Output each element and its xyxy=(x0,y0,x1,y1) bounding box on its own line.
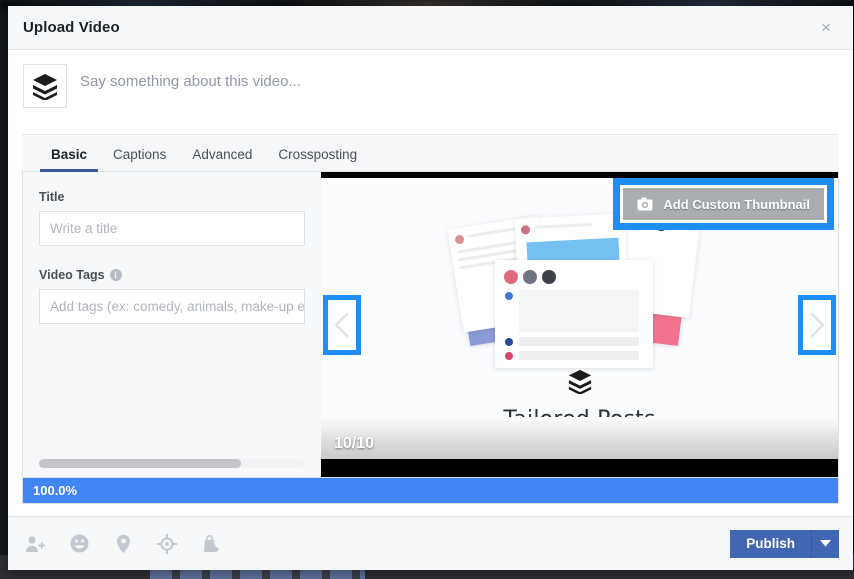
camera-icon xyxy=(637,197,653,211)
upload-progress-label: 100.0% xyxy=(33,483,77,498)
upload-video-dialog: Upload Video × Say something about this … xyxy=(8,6,853,570)
feeling-activity-icon[interactable] xyxy=(68,533,90,555)
upload-progress-bar: 100.0% xyxy=(22,478,839,504)
title-input[interactable]: Write a title xyxy=(39,211,305,246)
tab-crossposting[interactable]: Crossposting xyxy=(265,147,370,172)
publish-button-group: Publish xyxy=(730,530,839,558)
layers-stack-logo xyxy=(567,368,593,394)
horizontal-scrollbar[interactable] xyxy=(39,459,305,468)
caret-down-icon xyxy=(820,540,831,547)
tab-bar: Basic Captions Advanced Crossposting xyxy=(22,134,839,172)
shopping-bag-icon[interactable] xyxy=(200,533,222,555)
title-label-text: Title xyxy=(39,190,64,204)
dialog-title: Upload Video xyxy=(23,19,120,36)
info-icon[interactable]: i xyxy=(110,269,122,281)
illustration-card-main xyxy=(495,260,653,368)
dialog-footer: Publish xyxy=(8,516,853,570)
publish-dropdown-button[interactable] xyxy=(812,530,839,558)
scrollbar-thumb[interactable] xyxy=(39,459,241,468)
video-tags-label: Video Tags i xyxy=(39,268,305,282)
avatar xyxy=(23,64,67,108)
add-custom-thumbnail-label: Add Custom Thumbnail xyxy=(663,197,810,212)
dialog-header: Upload Video × xyxy=(8,6,853,50)
slide-heading: Tailored Posts xyxy=(321,407,838,432)
tag-people-icon[interactable] xyxy=(24,533,46,555)
publish-button[interactable]: Publish xyxy=(730,530,812,558)
video-tags-input[interactable]: Add tags (ex: comedy, animals, make-up e… xyxy=(39,289,305,324)
slide-illustration xyxy=(455,212,705,362)
add-custom-thumbnail-focus-frame: Add Custom Thumbnail xyxy=(613,178,834,230)
composer-input[interactable]: Say something about this video... xyxy=(80,64,301,90)
video-tags-label-text: Video Tags xyxy=(39,268,105,282)
add-custom-thumbnail-inner-frame: Add Custom Thumbnail xyxy=(620,185,827,223)
previous-thumbnail-button[interactable] xyxy=(323,295,361,355)
footer-icon-group xyxy=(24,533,222,555)
slide-subline-2: in One Seamless Experience xyxy=(321,456,838,459)
slide-subline-1: Craft the Perfect Update for Every Socia… xyxy=(321,439,838,454)
tab-basic[interactable]: Basic xyxy=(38,147,100,172)
composer-row: Say something about this video... xyxy=(8,50,853,126)
tab-advanced[interactable]: Advanced xyxy=(179,147,265,172)
slide-counter: 10/10 xyxy=(334,435,374,453)
video-preview-pane: Tailored Posts Craft the Perfect Update … xyxy=(321,172,838,477)
chevron-left-icon xyxy=(333,311,351,339)
taskbar-items xyxy=(150,569,365,579)
tab-captions[interactable]: Captions xyxy=(100,147,179,172)
next-thumbnail-button[interactable] xyxy=(798,295,836,355)
check-in-location-icon[interactable] xyxy=(112,533,134,555)
title-label: Title xyxy=(39,190,305,204)
slide-logo xyxy=(567,368,593,399)
layers-stack-logo xyxy=(31,72,59,100)
audience-targeting-icon[interactable] xyxy=(156,533,178,555)
add-custom-thumbnail-button[interactable]: Add Custom Thumbnail xyxy=(623,188,824,220)
chevron-right-icon xyxy=(808,311,826,339)
slide-brand-block: Tailored Posts Craft the Perfect Update … xyxy=(321,368,838,459)
basic-form-pane: Title Write a title Video Tags i Add tag… xyxy=(23,172,321,477)
dialog-body: Title Write a title Video Tags i Add tag… xyxy=(22,172,839,478)
upload-progress-fill: 100.0% xyxy=(23,478,838,503)
close-icon[interactable]: × xyxy=(815,17,837,39)
